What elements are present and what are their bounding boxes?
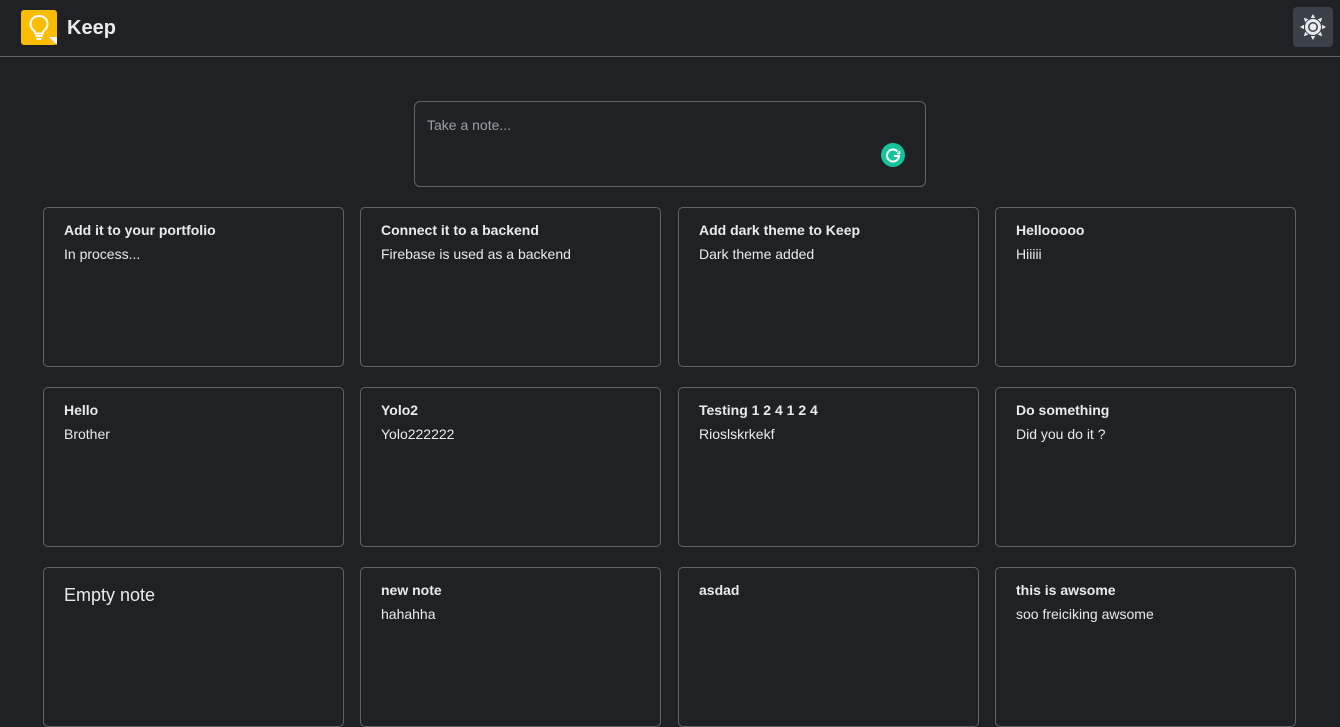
theme-toggle-button[interactable]: [1293, 7, 1333, 47]
note-content: Did you do it ?: [1016, 426, 1106, 442]
app-title: Keep: [67, 17, 116, 39]
note-card[interactable]: Hello Brother: [43, 387, 344, 547]
note-content: soo freiciking awsome: [1016, 606, 1154, 622]
note-content: Firebase is used as a backend: [381, 246, 571, 262]
note-card[interactable]: asdad: [678, 567, 979, 727]
note-content: Hiiiii: [1016, 246, 1042, 262]
note-title: this is awsome: [1016, 582, 1116, 598]
note-title: Yolo2: [381, 402, 419, 418]
note-title: Hellooooo: [1016, 222, 1085, 238]
app-header: Keep: [0, 0, 1340, 57]
note-card[interactable]: Testing 1 2 4 1 2 4 Rioslskrkekf: [678, 387, 979, 547]
note-title: Do something: [1016, 402, 1110, 418]
note-content: Dark theme added: [699, 246, 815, 262]
lightbulb-icon[interactable]: [21, 10, 57, 45]
note-title: asdad: [699, 582, 740, 598]
note-title: Add it to your portfolio: [64, 222, 216, 238]
note-content: Yolo222222: [381, 426, 455, 442]
note-content: hahahha: [381, 606, 436, 622]
grammarly-icon[interactable]: [881, 143, 905, 167]
note-card[interactable]: Add dark theme to Keep Dark theme added: [678, 207, 979, 367]
note-title: Hello: [64, 402, 99, 418]
note-card[interactable]: Hellooooo Hiiiii: [995, 207, 1296, 367]
note-card[interactable]: Empty note: [43, 567, 344, 727]
note-title: new note: [381, 582, 442, 598]
note-card[interactable]: this is awsome soo freiciking awsome: [995, 567, 1296, 727]
note-title: Add dark theme to Keep: [699, 222, 861, 238]
note-card[interactable]: new note hahahha: [360, 567, 661, 727]
note-content: Brother: [64, 426, 110, 442]
note-title: Connect it to a backend: [381, 222, 539, 238]
empty-note-placeholder: Empty note: [64, 585, 156, 605]
sun-icon: [1300, 14, 1326, 40]
note-composer[interactable]: [414, 101, 926, 187]
note-card[interactable]: Yolo2 Yolo222222: [360, 387, 661, 547]
note-content: Rioslskrkekf: [699, 426, 775, 442]
note-card[interactable]: Connect it to a backend Firebase is used…: [360, 207, 661, 367]
note-input[interactable]: [427, 114, 867, 136]
note-content: In process...: [64, 246, 141, 262]
note-card[interactable]: Do something Did you do it ?: [995, 387, 1296, 547]
note-card[interactable]: Add it to your portfolio In process...: [43, 207, 344, 367]
note-title: Testing 1 2 4 1 2 4: [699, 402, 818, 418]
